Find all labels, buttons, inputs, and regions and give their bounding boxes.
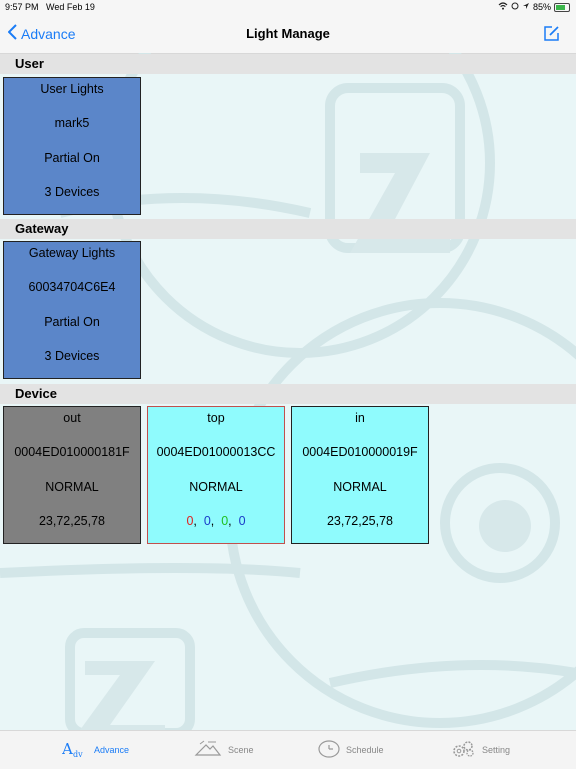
device-name: out bbox=[63, 411, 81, 425]
status-bar: 9:57 PM Wed Feb 19 85% bbox=[0, 0, 576, 14]
device-id: 0004ED01000013CC bbox=[156, 445, 276, 459]
device-values: 23,72,25,78 bbox=[38, 514, 106, 528]
page-title: Light Manage bbox=[246, 26, 330, 41]
card-device-count: 3 Devices bbox=[44, 185, 100, 199]
gateway-lights-card[interactable]: Gateway Lights 60034704C6E4 Partial On 3… bbox=[3, 241, 141, 379]
section-header-gateway: Gateway bbox=[0, 219, 576, 239]
device-card-top[interactable]: top 0004ED01000013CC NORMAL 0, 0, 0, 0 bbox=[147, 406, 285, 544]
tab-label: Setting bbox=[482, 745, 511, 755]
navigation-bar: Advance Light Manage bbox=[0, 14, 576, 54]
battery-icon bbox=[554, 2, 570, 12]
status-right: 85% bbox=[498, 2, 570, 12]
device-values: 23,72,25,78 bbox=[326, 514, 394, 528]
wifi-icon bbox=[498, 2, 508, 12]
device-card-in[interactable]: in 0004ED010000019F NORMAL 23,72,25,78 bbox=[291, 406, 429, 544]
device-value-blue-2: 0 bbox=[238, 514, 246, 528]
section-header-device: Device bbox=[0, 384, 576, 404]
scene-icon bbox=[194, 740, 228, 760]
section-title-user: User bbox=[15, 56, 44, 71]
tab-label: Schedule bbox=[346, 745, 384, 755]
device-value-green: 0 bbox=[221, 514, 229, 528]
status-time: 9:57 PM bbox=[5, 2, 39, 12]
status-date: Wed Feb 19 bbox=[46, 2, 95, 12]
tab-schedule[interactable]: Schedule bbox=[318, 731, 384, 769]
user-lights-card[interactable]: User Lights mark5 Partial On 3 Devices bbox=[3, 77, 141, 215]
card-state: Partial On bbox=[44, 151, 100, 165]
card-title: User Lights bbox=[40, 82, 104, 96]
advance-icon: Adv bbox=[61, 740, 94, 760]
tab-advance[interactable]: Adv Advance bbox=[61, 731, 130, 769]
device-status: NORMAL bbox=[189, 480, 243, 494]
device-status: NORMAL bbox=[45, 480, 99, 494]
device-id: 0004ED010000019F bbox=[302, 445, 418, 459]
card-title: Gateway Lights bbox=[28, 246, 116, 260]
device-name: in bbox=[355, 411, 365, 425]
section-title-gateway: Gateway bbox=[15, 221, 69, 236]
svg-text:A: A bbox=[62, 740, 73, 758]
compose-icon bbox=[543, 26, 560, 46]
tab-scene[interactable]: Scene bbox=[194, 731, 254, 769]
lock-rotation-icon bbox=[511, 2, 519, 12]
clock-icon bbox=[318, 740, 346, 760]
edit-button[interactable] bbox=[543, 25, 560, 47]
section-header-user: User bbox=[0, 54, 576, 74]
location-icon bbox=[522, 2, 530, 12]
device-values: 0, 0, 0, 0 bbox=[186, 514, 246, 528]
status-left: 9:57 PM Wed Feb 19 bbox=[5, 2, 95, 12]
section-title-device: Device bbox=[15, 386, 57, 401]
card-device-count: 3 Devices bbox=[44, 349, 100, 363]
tab-bar: Adv Advance Scene Schedule Setting bbox=[0, 730, 576, 769]
device-card-out[interactable]: out 0004ED010000181F NORMAL 23,72,25,78 bbox=[3, 406, 141, 544]
battery-percent: 85% bbox=[532, 2, 551, 12]
gears-icon bbox=[452, 740, 482, 760]
device-value-red: 0 bbox=[186, 514, 194, 528]
device-value-blue: 0 bbox=[203, 514, 211, 528]
svg-text:dv: dv bbox=[73, 750, 83, 758]
card-state: Partial On bbox=[44, 315, 100, 329]
card-id: 60034704C6E4 bbox=[28, 280, 116, 294]
tab-setting[interactable]: Setting bbox=[452, 731, 510, 769]
tab-label: Advance bbox=[94, 745, 130, 755]
card-name: mark5 bbox=[54, 116, 90, 130]
tab-label: Scene bbox=[228, 745, 254, 755]
device-id: 0004ED010000181F bbox=[14, 445, 130, 459]
device-status: NORMAL bbox=[333, 480, 387, 494]
device-name: top bbox=[207, 411, 225, 425]
